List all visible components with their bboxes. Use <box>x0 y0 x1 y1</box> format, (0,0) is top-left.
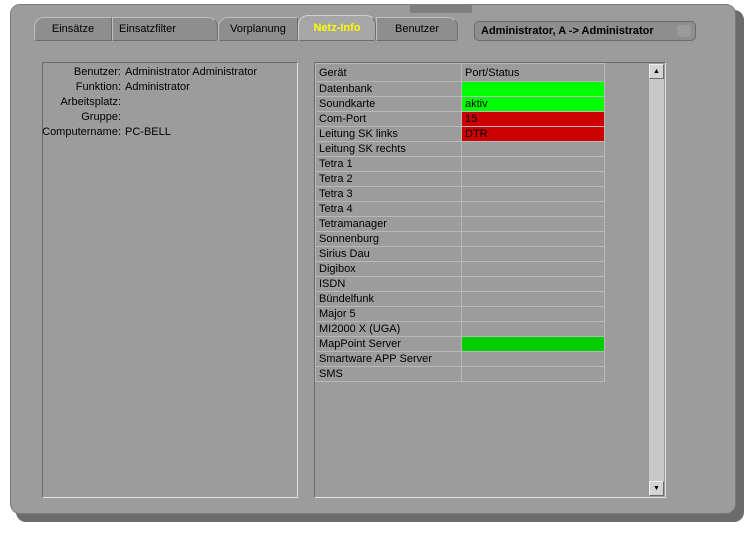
table-row[interactable]: Tetra 4 <box>315 201 605 217</box>
table-row[interactable]: Major 5 <box>315 306 605 322</box>
tab-vorplanung[interactable]: Vorplanung <box>218 17 298 41</box>
tab-einsaetze[interactable]: Einsätze <box>34 17 112 41</box>
device-name-cell: Sonnenburg <box>315 231 462 247</box>
device-status-cell <box>461 141 605 157</box>
device-status-cell <box>461 306 605 322</box>
device-status-cell <box>461 336 605 352</box>
vertical-scrollbar[interactable]: ▲ ▼ <box>648 64 664 496</box>
device-name-cell: ISDN <box>315 276 462 292</box>
info-value: Administrator Administrator <box>125 66 258 78</box>
device-name-cell: Datenbank <box>315 81 462 97</box>
table-header-row: Gerät Port/Status <box>315 63 605 82</box>
device-name-cell: Leitung SK links <box>315 126 462 142</box>
triangle-up-icon: ▲ <box>653 68 660 75</box>
info-label: Funktion: <box>75 81 121 93</box>
device-name-cell: Tetra 3 <box>315 186 462 202</box>
table-row[interactable]: Tetra 1 <box>315 156 605 172</box>
device-name-cell: MapPoint Server <box>315 336 462 352</box>
device-name-cell: Major 5 <box>315 306 462 322</box>
table-row[interactable]: SMS <box>315 366 605 382</box>
info-row-benutzer: Benutzer: Administrator Administrator <box>43 65 297 80</box>
scroll-down-button[interactable]: ▼ <box>649 481 664 496</box>
device-status-cell <box>461 291 605 307</box>
tab-benutzer[interactable]: Benutzer <box>376 17 458 41</box>
table-row[interactable]: Datenbank <box>315 81 605 97</box>
device-name-cell: Smartware APP Server <box>315 351 462 367</box>
device-status-panel: Gerät Port/Status Datenbank Soundkarte akt… <box>314 62 666 498</box>
info-row-funktion: Funktion: Administrator <box>43 80 297 95</box>
user-box-handle <box>677 25 691 37</box>
device-status-cell <box>461 276 605 292</box>
table-row[interactable]: Leitung SK links DTR <box>315 126 605 142</box>
device-status-cell <box>461 201 605 217</box>
column-header-geraet[interactable]: Gerät <box>315 63 462 82</box>
device-status-table: Gerät Port/Status Datenbank Soundkarte akt… <box>315 63 605 382</box>
device-status-cell <box>461 171 605 187</box>
table-row[interactable]: MapPoint Server <box>315 336 605 352</box>
table-row[interactable]: MI2000 X (UGA) <box>315 321 605 337</box>
device-name-cell: Tetra 4 <box>315 201 462 217</box>
device-name-cell: SMS <box>315 366 462 382</box>
info-label: Benutzer: <box>73 66 121 78</box>
device-status-cell <box>461 81 605 97</box>
device-name-cell: Digibox <box>315 261 462 277</box>
table-row[interactable]: Tetra 2 <box>315 171 605 187</box>
triangle-down-icon: ▼ <box>653 485 660 492</box>
device-name-cell: Leitung SK rechts <box>315 141 462 157</box>
window-notch <box>410 4 472 13</box>
device-name-cell: Bündelfunk <box>315 291 462 307</box>
device-status-cell <box>461 216 605 232</box>
info-label: Gruppe: <box>81 111 121 123</box>
table-row[interactable]: Sirius Dau <box>315 246 605 262</box>
info-label: Computername: <box>42 126 121 138</box>
device-status-cell <box>461 156 605 172</box>
current-user-box: Administrator, A -> Administrator <box>474 21 696 41</box>
table-row[interactable]: Tetra 3 <box>315 186 605 202</box>
table-row[interactable]: Bündelfunk <box>315 291 605 307</box>
device-name-cell: MI2000 X (UGA) <box>315 321 462 337</box>
device-name-cell: Tetra 1 <box>315 156 462 172</box>
table-row[interactable]: Sonnenburg <box>315 231 605 247</box>
device-status-cell <box>461 261 605 277</box>
scroll-up-button[interactable]: ▲ <box>649 64 664 79</box>
column-header-port-status[interactable]: Port/Status <box>461 63 605 82</box>
table-row[interactable]: Smartware APP Server <box>315 351 605 367</box>
device-status-cell <box>461 321 605 337</box>
device-status-cell: aktiv <box>461 96 605 112</box>
info-value: PC-BELL <box>125 126 171 138</box>
device-status-cell <box>461 186 605 202</box>
device-status-cell <box>461 366 605 382</box>
table-row[interactable]: ISDN <box>315 276 605 292</box>
info-label: Arbeitsplatz: <box>60 96 121 108</box>
device-status-cell <box>461 231 605 247</box>
device-name-cell: Com-Port <box>315 111 462 127</box>
device-status-cell: DTR <box>461 126 605 142</box>
info-value: Administrator <box>125 81 190 93</box>
tab-einsatzfilter[interactable]: Einsatzfilter <box>112 17 218 41</box>
tab-netz-info[interactable]: Netz-Info <box>298 15 376 41</box>
device-name-cell: Sirius Dau <box>315 246 462 262</box>
table-row[interactable]: Digibox <box>315 261 605 277</box>
table-row[interactable]: Leitung SK rechts <box>315 141 605 157</box>
table-row[interactable]: Com-Port 15 <box>315 111 605 127</box>
info-row-gruppe: Gruppe: <box>43 110 297 125</box>
device-name-cell: Tetramanager <box>315 216 462 232</box>
info-row-arbeitsplatz: Arbeitsplatz: <box>43 95 297 110</box>
device-status-cell <box>461 351 605 367</box>
device-name-cell: Tetra 2 <box>315 171 462 187</box>
info-row-computername: Computername: PC-BELL <box>42 125 297 140</box>
device-status-cell: 15 <box>461 111 605 127</box>
device-name-cell: Soundkarte <box>315 96 462 112</box>
current-user-text: Administrator, A -> Administrator <box>481 25 654 37</box>
user-info-panel: Benutzer: Administrator Administrator Fu… <box>42 62 298 498</box>
table-row[interactable]: Tetramanager <box>315 216 605 232</box>
table-row[interactable]: Soundkarte aktiv <box>315 96 605 112</box>
device-status-cell <box>461 246 605 262</box>
